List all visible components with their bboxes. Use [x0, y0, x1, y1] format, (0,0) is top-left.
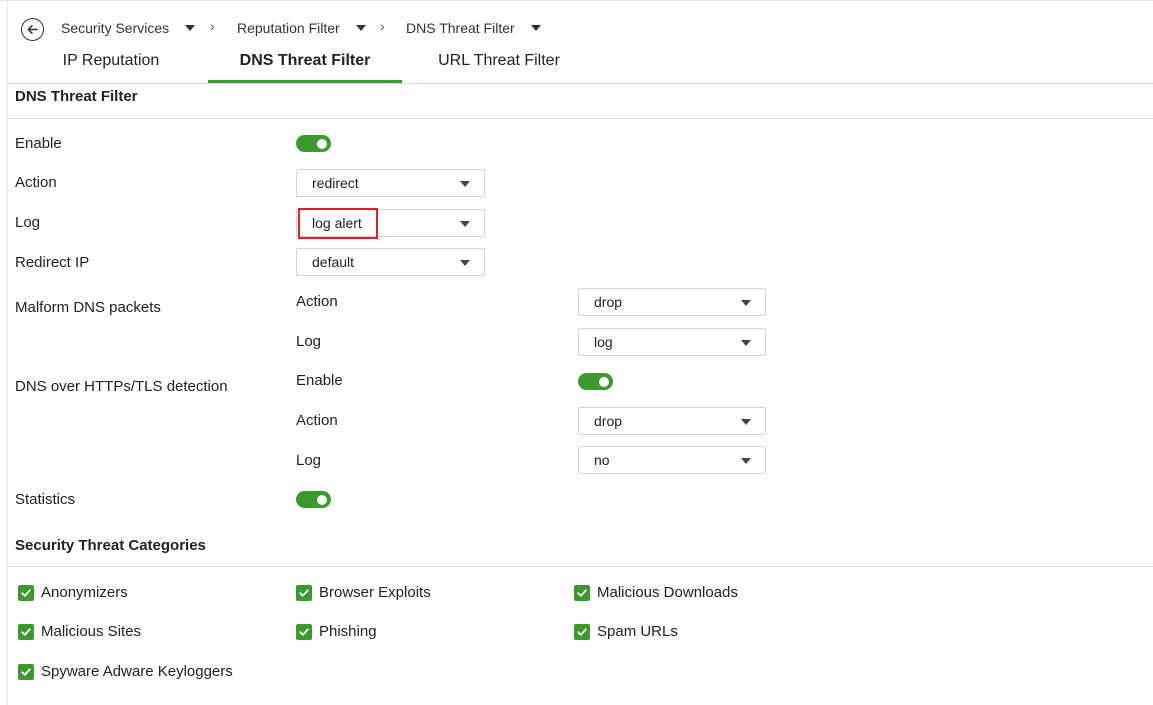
caret-down-icon [530, 25, 541, 31]
category-label: Malicious Downloads [597, 584, 738, 601]
doh-log-value: no [594, 452, 610, 468]
category-spyware-adware-keyloggers[interactable]: Spyware Adware Keyloggers [18, 663, 233, 680]
chevron-down-icon [741, 458, 751, 464]
toggle-knob [317, 495, 327, 505]
category-label: Phishing [319, 623, 377, 640]
statistics-toggle[interactable] [296, 491, 331, 508]
left-divider [7, 0, 8, 705]
chevron-down-icon [741, 419, 751, 425]
log-label: Log [15, 214, 41, 231]
action-label: Action [15, 174, 57, 191]
malform-action-select[interactable]: drop [578, 288, 766, 316]
breadcrumb-reputation-filter[interactable]: Reputation Filter [237, 20, 366, 36]
category-label: Spyware Adware Keyloggers [41, 663, 233, 680]
doh-action-label: Action [296, 412, 338, 429]
malform-action-value: drop [594, 294, 623, 310]
breadcrumb-security-services[interactable]: Security Services [61, 20, 196, 36]
toggle-knob [599, 377, 609, 387]
chevron-down-icon [741, 300, 751, 306]
category-label: Malicious Sites [41, 623, 142, 640]
caret-down-icon [355, 25, 366, 31]
enable-label: Enable [15, 135, 62, 152]
log-select-value: log alert [312, 215, 362, 231]
breadcrumb-label: DNS Threat Filter [406, 20, 515, 36]
log-select[interactable]: log alert [296, 209, 485, 237]
chevron-down-icon [460, 260, 470, 266]
category-phishing[interactable]: Phishing [296, 623, 377, 640]
chevron-down-icon [741, 340, 751, 346]
doh-action-value: drop [594, 413, 623, 429]
tab-ip-reputation[interactable]: IP Reputation [30, 52, 192, 83]
statistics-label: Statistics [15, 491, 76, 508]
doh-enable-toggle[interactable] [578, 373, 613, 390]
section-divider [8, 118, 1153, 119]
malform-log-value: log [594, 334, 613, 350]
caret-down-icon [185, 25, 196, 31]
category-label: Spam URLs [597, 623, 678, 640]
redirect-ip-select[interactable]: default [296, 248, 485, 276]
malform-log-label: Log [296, 333, 322, 350]
category-malicious-sites[interactable]: Malicious Sites [18, 623, 141, 640]
categories-divider [8, 566, 1153, 567]
checkbox-checked-icon [18, 584, 34, 601]
enable-toggle[interactable] [296, 135, 331, 152]
categories-title: Security Threat Categories [15, 537, 206, 554]
action-select[interactable]: redirect [296, 169, 485, 197]
tab-dns-threat-filter[interactable]: DNS Threat Filter [208, 52, 402, 83]
breadcrumb-label: Reputation Filter [237, 20, 340, 36]
breadcrumb-label: Security Services [61, 20, 170, 36]
tab-divider [8, 83, 1153, 84]
category-anonymizers[interactable]: Anonymizers [18, 584, 128, 601]
doh-action-select[interactable]: drop [578, 407, 766, 435]
tab-url-threat-filter[interactable]: URL Threat Filter [418, 52, 580, 83]
doh-detection-label: DNS over HTTPs/TLS detection [15, 378, 228, 395]
category-browser-exploits[interactable]: Browser Exploits [296, 584, 431, 601]
checkbox-checked-icon [296, 623, 312, 640]
checkbox-checked-icon [296, 584, 312, 601]
chevron-down-icon [460, 181, 470, 187]
doh-log-select[interactable]: no [578, 446, 766, 474]
breadcrumb-dns-threat-filter[interactable]: DNS Threat Filter [406, 20, 541, 36]
category-malicious-downloads[interactable]: Malicious Downloads [574, 584, 738, 601]
breadcrumb-separator: › [210, 18, 215, 34]
arrow-left-icon [27, 25, 38, 34]
checkbox-checked-icon [574, 584, 590, 601]
redirect-ip-label: Redirect IP [15, 254, 90, 271]
action-select-value: redirect [312, 175, 359, 191]
toggle-knob [317, 139, 327, 149]
doh-log-label: Log [296, 452, 322, 469]
category-spam-urls[interactable]: Spam URLs [574, 623, 678, 640]
category-label: Browser Exploits [319, 584, 431, 601]
redirect-ip-select-value: default [312, 254, 355, 270]
top-divider [0, 0, 1153, 1]
checkbox-checked-icon [574, 623, 590, 640]
doh-enable-label: Enable [296, 372, 343, 389]
section-title: DNS Threat Filter [15, 88, 138, 105]
malform-action-label: Action [296, 293, 338, 310]
malform-log-select[interactable]: log [578, 328, 766, 356]
back-button[interactable] [21, 18, 44, 41]
checkbox-checked-icon [18, 663, 34, 680]
breadcrumb-separator: › [380, 18, 385, 34]
category-label: Anonymizers [41, 584, 128, 601]
malform-dns-label: Malform DNS packets [15, 299, 161, 316]
chevron-down-icon [460, 221, 470, 227]
checkbox-checked-icon [18, 623, 34, 640]
